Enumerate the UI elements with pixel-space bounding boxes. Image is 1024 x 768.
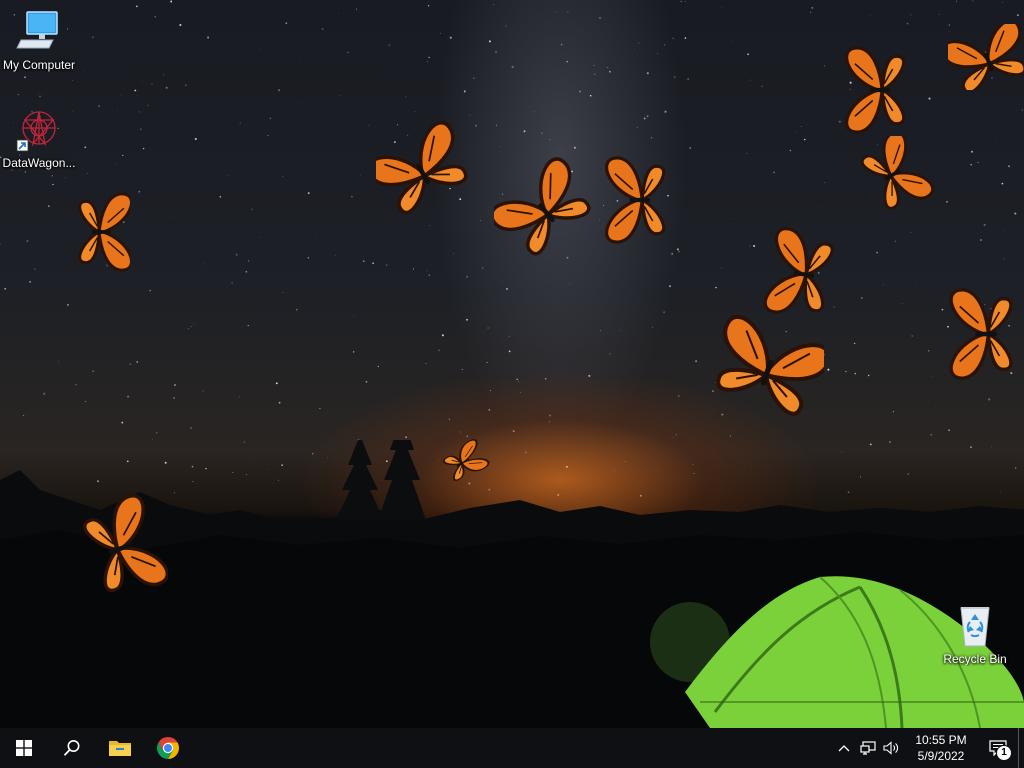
action-center-button[interactable]: 1 xyxy=(978,728,1018,768)
search-button[interactable] xyxy=(48,728,96,768)
notification-count-badge: 1 xyxy=(997,746,1011,760)
taskbar: 10:55 PM 5/9/2022 1 xyxy=(0,728,1024,768)
clock-date: 5/9/2022 xyxy=(917,749,965,763)
butterfly xyxy=(948,24,1024,90)
system-tray: 10:55 PM 5/9/2022 1 xyxy=(832,728,1024,768)
search-icon xyxy=(63,740,80,756)
folder-icon xyxy=(109,741,131,756)
network-button[interactable] xyxy=(856,728,880,768)
desktop-icon-label: My Computer xyxy=(2,58,76,72)
recycle-bin-icon xyxy=(960,607,990,647)
butterfly xyxy=(78,192,130,272)
butterfly xyxy=(712,314,824,426)
computer-icon xyxy=(16,11,58,49)
taskbar-google-chrome[interactable] xyxy=(144,728,192,768)
show-desktop-button[interactable] xyxy=(1018,728,1024,768)
desktop-icon-label: DataWagon... xyxy=(2,156,76,170)
butterfly xyxy=(376,117,468,222)
desktop-icon-recycle-bin[interactable]: Recycle Bin xyxy=(937,602,1013,666)
butterfly xyxy=(78,492,168,603)
chevron-up-icon xyxy=(838,745,850,752)
windows-start-icon xyxy=(16,740,32,756)
chrome-icon xyxy=(157,737,179,759)
clock-time: 10:55 PM xyxy=(915,733,967,747)
taskbar-clock[interactable]: 10:55 PM 5/9/2022 xyxy=(904,732,978,764)
butterfly xyxy=(855,136,934,212)
desktop-icon-datawagon[interactable]: DataWagon... xyxy=(1,106,77,170)
network-icon xyxy=(860,741,876,755)
butterfly xyxy=(494,156,596,262)
show-hidden-icons-button[interactable] xyxy=(832,728,856,768)
butterfly xyxy=(440,437,491,485)
start-button[interactable] xyxy=(0,728,48,768)
butterfly xyxy=(764,225,837,322)
butterfly xyxy=(605,156,666,244)
desktop-icon-label: Recycle Bin xyxy=(943,652,1007,666)
desktop-icon-my-computer[interactable]: My Computer xyxy=(1,8,77,72)
volume-button[interactable] xyxy=(880,728,904,768)
butterfly xyxy=(845,46,906,134)
volume-icon xyxy=(883,741,898,755)
butterfly xyxy=(949,288,1013,380)
datawagon-shortcut-icon xyxy=(16,111,56,152)
taskbar-file-explorer[interactable] xyxy=(96,728,144,768)
